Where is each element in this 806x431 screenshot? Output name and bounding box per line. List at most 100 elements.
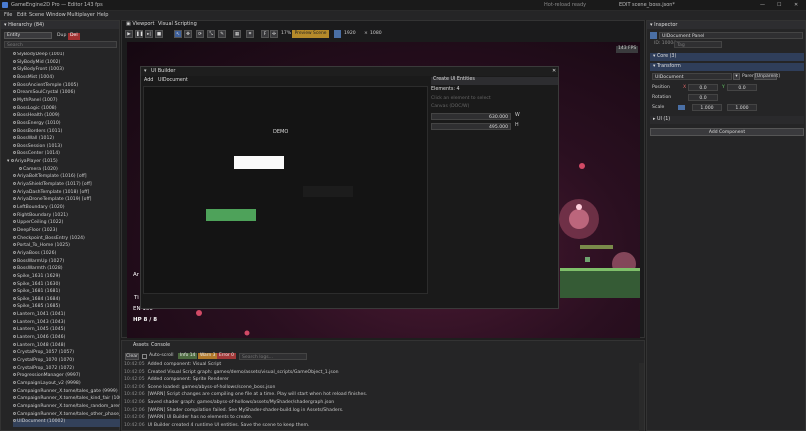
canvas-width-field[interactable]: 630.000 (431, 113, 511, 120)
ui-builder-doc[interactable]: UIDocument (158, 78, 188, 84)
log-search-input[interactable]: Search logs... (239, 353, 307, 360)
tree-item[interactable]: CampaignRunner_X.tome/tales_kind_fair (1… (13, 396, 120, 404)
tree-item[interactable]: ▾ AriyaPlayer (1015) (7, 159, 58, 167)
canvas-height-field[interactable]: 495.000 (431, 123, 511, 130)
width-field[interactable]: 1920 (344, 31, 356, 37)
tree-item[interactable]: UpperCeiling (1022) (13, 220, 63, 228)
play-icon[interactable]: ▶ (125, 30, 133, 38)
tree-item[interactable]: BossWarmth (1028) (13, 266, 63, 274)
tree-item[interactable]: BossHealth (1009) (13, 113, 60, 121)
tree-item[interactable]: CrystalProp_1057 (1057) (13, 350, 74, 358)
create-ui-entities-button[interactable]: Create UI Entities (431, 77, 558, 85)
unparent-button[interactable]: [Unparent] (754, 73, 780, 80)
height-field[interactable]: 1080 (370, 31, 382, 37)
tree-item[interactable]: AriyaBoltTemplate (1016) [off] (13, 174, 87, 182)
tree-item[interactable]: BossBorders (1011) (13, 128, 62, 137)
tree-item[interactable]: MythPanel (1007) (13, 97, 58, 106)
tree-item[interactable]: CampaignLayout_v2 (9998) (13, 380, 81, 389)
demo-label[interactable]: DEMO (273, 130, 288, 135)
tree-item[interactable]: BossCenter (1014) (13, 151, 60, 159)
tree-item[interactable]: DreamSoulCrystal (1006) (13, 90, 75, 98)
log-scrollbar[interactable] (639, 363, 644, 431)
menu-window[interactable]: Window (46, 13, 66, 18)
tree-item[interactable]: Spike_1641 (1630) (13, 281, 60, 290)
stop-icon[interactable]: ■ (155, 30, 163, 38)
autoscroll-checkbox[interactable] (142, 354, 147, 359)
error-filter[interactable]: Error 0 (217, 353, 236, 360)
green-button-element[interactable] (206, 209, 256, 221)
tree-item[interactable]: SlyBodyDeep (1001) (13, 52, 64, 60)
tree-item[interactable]: Lantern_1041 (1041) (13, 312, 65, 320)
tree-item[interactable]: AriyaDroneTemplate (1019) [off] (13, 197, 91, 205)
maximize-button[interactable]: ☐ (777, 3, 781, 8)
position-x-field[interactable]: 0.0 (688, 84, 718, 91)
select-tool-icon[interactable]: ↖ (174, 30, 182, 38)
menu-help[interactable]: Help (97, 13, 108, 18)
tree-item[interactable]: AriyaShieldTemplate (1017) [off] (13, 182, 92, 190)
tree-item[interactable]: AriyaBoss (1026) (13, 250, 56, 259)
tree-item[interactable]: BossWall (1012) (13, 136, 54, 144)
tree-item[interactable]: CampaignRunner_X.tome/tales_random_arena… (13, 403, 120, 412)
parent-dropdown-icon[interactable]: ▾ (733, 73, 740, 80)
entity-dropdown[interactable]: Entity (4, 32, 52, 39)
tree-item[interactable]: LeftBoundary (1020) (13, 205, 65, 213)
entity-name-field[interactable]: UIDocument Panel (659, 32, 803, 39)
add-component-button[interactable]: Add Component (650, 128, 804, 136)
rotate-tool-icon[interactable]: ⟳ (196, 30, 204, 38)
close-icon[interactable]: ✕ (552, 69, 556, 74)
ui-section[interactable]: ▸ UI (1) (650, 116, 804, 124)
lock-scale-icon[interactable] (678, 105, 685, 110)
visual-scripting-tab[interactable]: Visual Scripting (158, 22, 197, 27)
ghost-element[interactable] (303, 186, 353, 197)
step-icon[interactable]: ▸| (145, 30, 153, 38)
delete-button[interactable]: Del (68, 33, 80, 40)
minimize-button[interactable]: — (760, 3, 765, 8)
preview-scene-button[interactable]: Preview Scene (292, 30, 329, 38)
tree-item[interactable]: Lantern_1045 (1045) (13, 327, 65, 335)
tree-item[interactable]: Spike_1631 (1629) (13, 273, 60, 282)
grid-icon[interactable]: ▦ (233, 30, 241, 38)
snap-icon[interactable]: ⌗ (246, 30, 254, 38)
info-filter[interactable]: Info 14 (178, 353, 198, 360)
frame-icon[interactable]: F (261, 30, 269, 38)
core-section[interactable]: ▾ Core (3) (650, 53, 804, 61)
transform-section[interactable]: ▾ Transform (650, 63, 804, 71)
ui-canvas[interactable]: DEMO (143, 86, 428, 294)
scale-x-field[interactable]: 1.000 (692, 104, 722, 111)
viewport-tab[interactable]: ▣ Viewport (126, 22, 154, 27)
menu-file[interactable]: File (4, 13, 12, 18)
tree-item[interactable]: UIDocument (10002) (13, 419, 120, 427)
scale-tool-icon[interactable]: ⤡ (207, 30, 215, 38)
tree-item[interactable]: ProgressionManager (9997) (13, 373, 80, 381)
tree-item[interactable]: SlyBodyFront (1003) (13, 67, 64, 75)
warn-filter[interactable]: Warn 3 (198, 353, 218, 360)
tree-item[interactable]: Lantern_1046 (1046) (13, 335, 65, 343)
log-line[interactable]: 10:42:06 UI Builder created 4 runtime UI … (124, 423, 309, 431)
pause-icon[interactable]: ❚❚ (135, 30, 144, 38)
position-y-field[interactable]: 0.0 (727, 84, 757, 91)
scale-y-field[interactable]: 1.000 (727, 104, 757, 111)
brush-tool-icon[interactable]: ✎ (218, 30, 226, 38)
tree-item[interactable]: BossMist (1004) (13, 74, 54, 83)
ui-builder-add[interactable]: Add (144, 78, 153, 84)
tree-item[interactable]: CampaignRunner_X.tome/tales_other_phase_… (13, 411, 120, 420)
move-tool-icon[interactable]: ✥ (184, 30, 192, 38)
tab-console[interactable]: Console (151, 343, 170, 349)
menu-edit[interactable]: Edit (17, 13, 27, 18)
tree-item[interactable]: BossWarmUp (1027) (13, 258, 64, 267)
tree-item[interactable]: CrystalProp_1070 (1070) (13, 358, 74, 366)
tree-item[interactable]: Spike_1685 (1685) (13, 304, 60, 312)
menu-scene[interactable]: Scene (29, 13, 44, 18)
tree-item[interactable]: Spike_1681 (1681) (13, 289, 60, 297)
gizmo-icon[interactable]: ✣ (270, 30, 278, 38)
parent-field[interactable]: UIDocument (652, 73, 732, 80)
tree-item[interactable]: BossEnergy (1010) (13, 120, 61, 129)
menu-multiplayer[interactable]: Multiplayer (67, 13, 95, 18)
hierarchy-search[interactable]: Search (4, 41, 117, 48)
tab-assets[interactable]: Assets (133, 343, 149, 349)
white-panel-element[interactable] (234, 156, 284, 169)
close-window-button[interactable]: ✕ (794, 3, 798, 8)
tag-field[interactable]: Tag (674, 41, 722, 48)
tree-item[interactable]: DeepFloor (1023) (13, 227, 57, 236)
rotation-field[interactable]: 0.0 (688, 94, 718, 101)
